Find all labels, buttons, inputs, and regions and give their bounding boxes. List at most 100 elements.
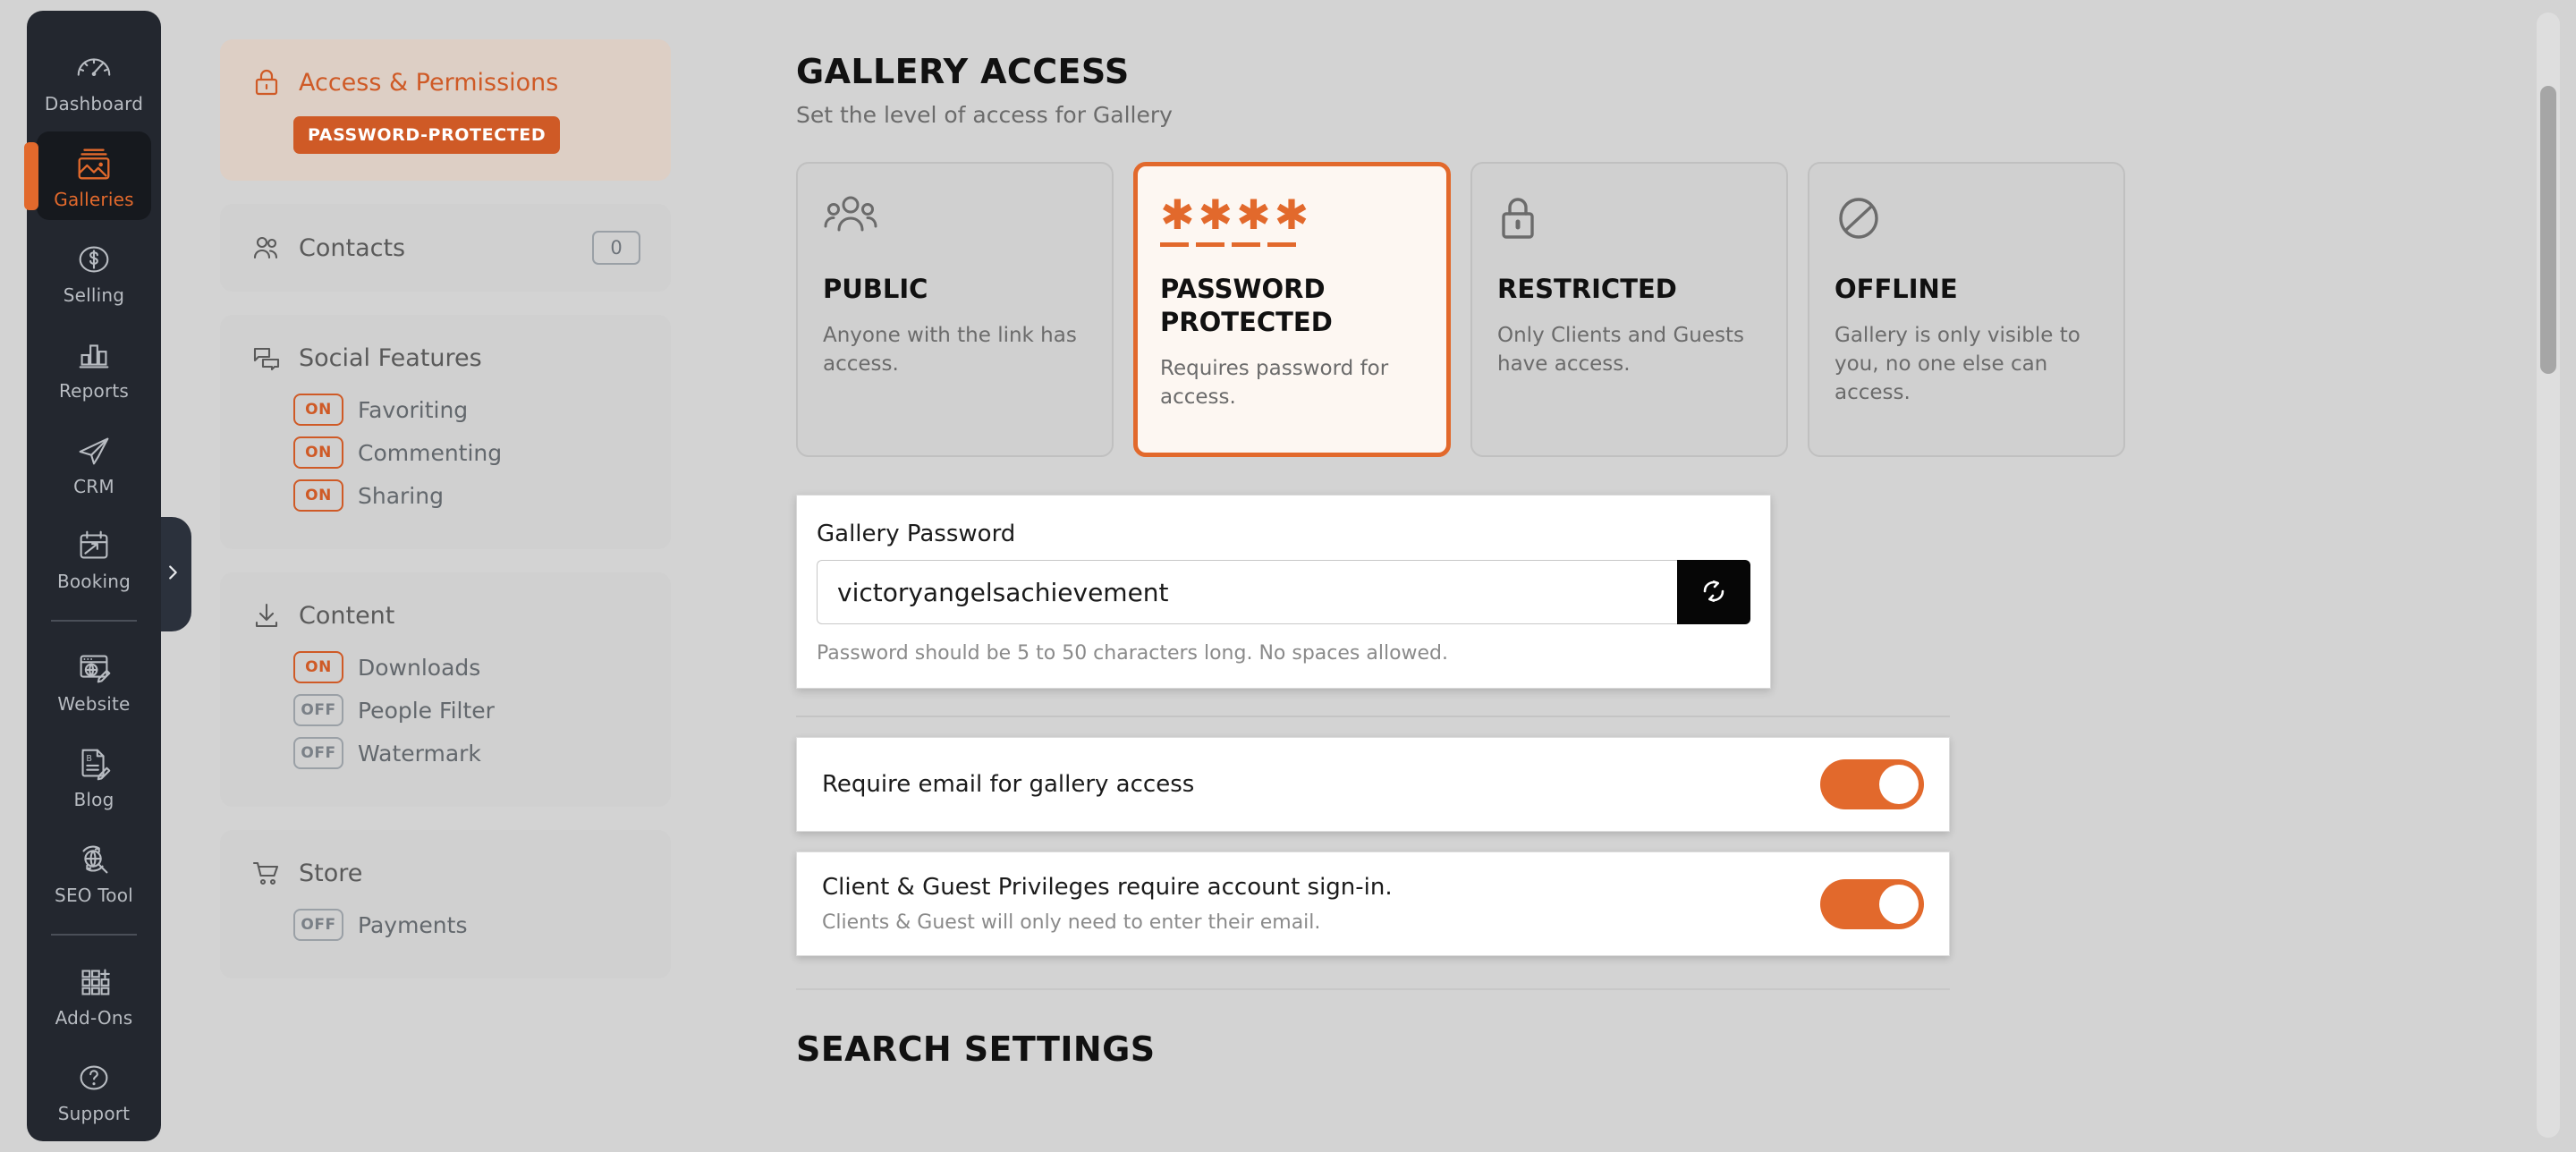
access-option-desc: Gallery is only visible to you, no one e…	[1835, 324, 2080, 404]
sidebar-item-label: Website	[57, 693, 131, 716]
page-scrollbar-thumb[interactable]	[2540, 86, 2556, 374]
sidebar-item-label: Blog	[73, 789, 114, 811]
sidebar-item-booking[interactable]: Booking	[37, 514, 151, 603]
panel-card-contacts[interactable]: Contacts 0	[220, 204, 671, 292]
access-option-name: RESTRICTED	[1497, 274, 1677, 304]
card-header: Content	[250, 599, 640, 631]
gallery-password-input-group	[817, 560, 1750, 624]
sidebar-item-label: Galleries	[54, 188, 134, 210]
card-title: Access & Permissions	[299, 68, 559, 97]
setting-row-require-email[interactable]: Require email for gallery access	[796, 737, 1950, 832]
lock-icon	[250, 66, 283, 98]
access-option-desc: Requires password for access.	[1160, 357, 1389, 409]
main-content: GALLERY ACCESS Set the level of access f…	[707, 0, 2496, 1152]
sidebar-item-dashboard[interactable]: Dashboard	[37, 36, 151, 124]
access-option-offline[interactable]: OFFLINE Gallery is only visible to you, …	[1808, 162, 2125, 457]
padlock-icon	[1497, 194, 1761, 250]
sidebar-item-website[interactable]: Website	[37, 636, 151, 724]
card-title: Contacts	[299, 233, 406, 262]
status-badge: PASSWORD-PROTECTED	[293, 116, 561, 154]
access-option-password-protected[interactable]: ✱✱✱✱ PASSWORD PROTECTED Requires passwor…	[1133, 162, 1451, 457]
toggle-state-chip[interactable]: OFF	[293, 909, 343, 941]
require-email-toggle[interactable]	[1820, 759, 1924, 809]
sidebar-item-blog[interactable]: B Blog	[37, 732, 151, 820]
sidebar-item-label: CRM	[73, 475, 114, 497]
feature-label: Commenting	[358, 439, 503, 466]
access-option-desc: Only Clients and Guests have access.	[1497, 324, 1744, 376]
globe-search-icon	[73, 839, 114, 880]
card-header: Access & Permissions	[250, 66, 640, 98]
toggle-state-chip[interactable]: ON	[293, 651, 343, 683]
gallery-password-box: Gallery Password victoryangelsachievemen…	[796, 495, 1771, 689]
chevron-right-icon	[163, 563, 182, 586]
divider	[796, 716, 1950, 717]
search-settings-title: SEARCH SETTINGS	[796, 1029, 1156, 1069]
sidebar-item-crm[interactable]: CRM	[37, 419, 151, 507]
gallery-password-hint: Password should be 5 to 50 characters lo…	[817, 642, 1449, 665]
sidebar-item-label: Selling	[63, 284, 125, 306]
left-nav-rail: Dashboard Galleries Selling Reports CRM …	[24, 11, 161, 1141]
feature-row-sharing[interactable]: ON Sharing	[293, 479, 640, 512]
group-people-icon	[823, 194, 1087, 250]
gallery-password-input[interactable]	[817, 560, 1677, 624]
active-indicator-bar	[24, 141, 38, 210]
setting-text: Require email for gallery access	[822, 771, 1802, 798]
sidebar-item-label: Dashboard	[44, 92, 144, 114]
feature-row-people-filter[interactable]: OFF People Filter	[293, 694, 640, 726]
account-signin-toggle[interactable]	[1820, 878, 1924, 929]
divider	[796, 988, 1950, 990]
card-title: Store	[299, 859, 363, 887]
setting-title: Client & Guest Privileges require accoun…	[822, 874, 1393, 901]
sidebar-item-support[interactable]: Support	[37, 1046, 151, 1134]
asterisk-underlines	[1160, 242, 1424, 247]
toggle-state-chip[interactable]: ON	[293, 394, 343, 426]
sidebar-item-label: Add-Ons	[55, 1007, 133, 1029]
feature-row-favoriting[interactable]: ON Favoriting	[293, 394, 640, 426]
sidebar-item-label: SEO Tool	[55, 885, 133, 907]
sidebar-item-galleries[interactable]: Galleries	[24, 131, 151, 220]
sidebar-item-seo-tool[interactable]: SEO Tool	[37, 827, 151, 916]
access-option-public[interactable]: PUBLIC Anyone with the link has access.	[796, 162, 1114, 457]
card-title: Social Features	[299, 343, 482, 372]
cart-icon	[250, 857, 283, 889]
gallery-password-label: Gallery Password	[817, 521, 1016, 547]
sidebar-divider-2	[51, 934, 137, 936]
feature-row-downloads[interactable]: ON Downloads	[293, 651, 640, 683]
regenerate-password-button[interactable]	[1677, 560, 1750, 624]
sidebar-item-label: Booking	[56, 571, 131, 593]
access-option-desc: Anyone with the link has access.	[823, 324, 1077, 376]
svg-text:B: B	[86, 754, 92, 764]
panel-card-social-features[interactable]: Social Features ON Favoriting ON Comment…	[220, 315, 671, 549]
card-header: Contacts 0	[250, 231, 640, 265]
panel-card-store[interactable]: Store OFF Payments	[220, 830, 671, 978]
toggle-state-chip[interactable]: OFF	[293, 694, 343, 726]
feature-list: OFF Payments	[293, 909, 640, 941]
toggle-knob	[1879, 765, 1919, 804]
feature-row-payments[interactable]: OFF Payments	[293, 909, 640, 941]
sidebar-item-add-ons[interactable]: Add-Ons	[37, 950, 151, 1038]
setting-row-account-signin[interactable]: Client & Guest Privileges require accoun…	[796, 851, 1950, 956]
toggle-state-chip[interactable]: ON	[293, 479, 343, 512]
setting-subtitle: Clients & Guest will only need to enter …	[822, 911, 1321, 934]
panel-card-content[interactable]: Content ON Downloads OFF People Filter O…	[220, 572, 671, 807]
grid-plus-icon	[73, 961, 114, 1003]
browser-globe-pencil-icon	[73, 648, 114, 689]
toggle-state-chip[interactable]: ON	[293, 436, 343, 469]
feature-list: ON Downloads OFF People Filter OFF Water…	[293, 651, 640, 769]
feature-label: Downloads	[358, 654, 481, 681]
feature-label: Watermark	[358, 740, 481, 767]
panel-card-access-permissions[interactable]: Access & Permissions PASSWORD-PROTECTED	[220, 39, 671, 181]
toggle-state-chip[interactable]: OFF	[293, 737, 343, 769]
access-option-restricted[interactable]: RESTRICTED Only Clients and Guests have …	[1470, 162, 1788, 457]
sidebar-item-label: Support	[57, 1102, 131, 1124]
asterisk-glyphs: ✱✱✱✱	[1160, 191, 1313, 239]
feature-row-watermark[interactable]: OFF Watermark	[293, 737, 640, 769]
sidebar-item-label: Reports	[58, 379, 130, 402]
page-scrollbar-track[interactable]	[2537, 13, 2560, 1138]
question-circle-icon	[73, 1057, 114, 1098]
page-title: GALLERY ACCESS	[796, 52, 1130, 91]
feature-row-commenting[interactable]: ON Commenting	[293, 436, 640, 469]
sidebar-item-selling[interactable]: Selling	[37, 227, 151, 316]
page-subtitle: Set the level of access for Gallery	[796, 102, 1173, 128]
sidebar-item-reports[interactable]: Reports	[37, 323, 151, 411]
